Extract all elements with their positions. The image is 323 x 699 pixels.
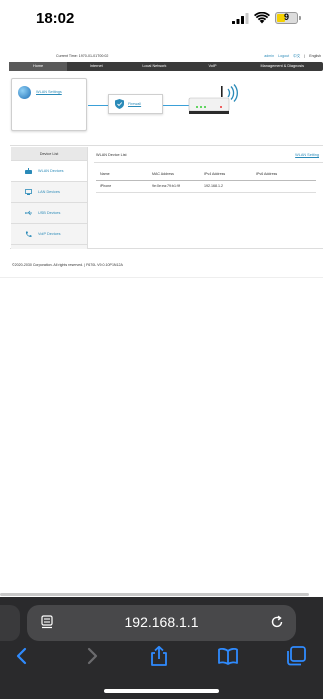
table-header-row: Name MAC Address IPv4 Address IPv6 Addre…: [96, 168, 316, 181]
phone-icon: [25, 231, 32, 237]
sidebar-item-wlan-devices[interactable]: WLAN Devices: [11, 161, 87, 182]
tabs-icon[interactable]: [285, 645, 307, 667]
topology-line: [163, 105, 189, 106]
status-bar: 18:02 9: [0, 0, 323, 38]
lan-device-icon: [25, 189, 32, 195]
wlan-device-list-header: WLAN Device List: [96, 153, 127, 157]
device-ipv6: [252, 180, 316, 193]
previous-tab-preview[interactable]: [0, 605, 20, 641]
tab-home[interactable]: Home: [9, 62, 68, 71]
current-time: Current Time: 1970-01-01T00:02: [56, 54, 109, 58]
tab-management-diagnosis[interactable]: Management & Diagnosis: [242, 62, 323, 71]
sidebar-item-usb-devices[interactable]: USB Devices: [11, 203, 87, 224]
column-header-ipv4: IPv4 Address: [200, 168, 252, 181]
topology-line: [88, 105, 108, 106]
horizontal-scroll-indicator: [0, 593, 309, 596]
battery-percent: 9: [283, 12, 289, 22]
device-panel: Device List WLAN Devices LAN Devices USB…: [10, 145, 323, 249]
wlan-settings-link[interactable]: WLAN Settings: [36, 90, 62, 94]
reload-icon[interactable]: [270, 615, 284, 629]
sidebar-item-label: USB Devices: [38, 211, 61, 215]
firewall-card[interactable]: Firewall: [108, 94, 163, 114]
home-indicator[interactable]: [104, 689, 219, 693]
router-icon: [188, 84, 238, 114]
back-icon[interactable]: [11, 645, 33, 667]
tab-internet[interactable]: Internet: [67, 62, 125, 71]
battery-icon: 9: [275, 12, 298, 24]
device-sidebar: Device List WLAN Devices LAN Devices USB…: [11, 147, 88, 249]
wlan-device-icon: [25, 168, 32, 174]
battery-cap: [299, 16, 301, 20]
divider: [0, 277, 323, 278]
sidebar-item-voip-devices[interactable]: VoIP Devices: [11, 224, 87, 245]
device-list-title: Device List: [11, 147, 87, 161]
usb-icon: [25, 210, 32, 216]
column-header-ipv6: IPv6 Address: [252, 168, 316, 181]
safari-toolbar: 192.168.1.1: [0, 597, 323, 699]
top-links: admin Logout 中文 | English: [261, 54, 321, 59]
sidebar-item-lan-devices[interactable]: LAN Devices: [11, 182, 87, 203]
globe-icon: [18, 86, 31, 99]
tab-voip[interactable]: VoIP: [183, 62, 241, 71]
column-header-mac: MAC Address: [148, 168, 200, 181]
share-icon[interactable]: [148, 645, 170, 667]
wifi-icon: [254, 12, 270, 24]
cellular-signal-icon: [232, 13, 249, 24]
device-name: iPhone: [96, 180, 148, 193]
page-footer: ©2020-2030 Corporation. All rights reser…: [12, 263, 123, 267]
tab-local-network[interactable]: Local Network: [125, 62, 183, 71]
wlan-settings-card[interactable]: WLAN Settings: [11, 78, 87, 131]
wlan-device-list: WLAN Device List WLAN Setting Name MAC A…: [94, 147, 323, 249]
divider: [94, 162, 323, 163]
device-table: Name MAC Address IPv4 Address IPv6 Addre…: [96, 168, 316, 193]
device-ipv4: 192.168.1.2: [200, 180, 252, 193]
address-bar[interactable]: 192.168.1.1: [27, 605, 296, 641]
device-mac: 9e:0e:ea:79:b1:9f: [148, 180, 200, 193]
router-admin-page: Current Time: 1970-01-01T00:02 admin Log…: [0, 38, 323, 278]
forward-icon[interactable]: [81, 645, 103, 667]
logout-link[interactable]: Logout: [278, 54, 289, 58]
admin-link[interactable]: admin: [264, 54, 274, 58]
lang-separator: |: [304, 54, 306, 58]
lang-english-link[interactable]: English: [309, 54, 321, 58]
sidebar-item-label: LAN Devices: [38, 190, 60, 194]
browser-nav-bar: [0, 645, 323, 669]
shield-icon: [115, 99, 124, 109]
url-text[interactable]: 192.168.1.1: [27, 614, 296, 630]
main-nav: Home Internet Local Network VoIP Managem…: [9, 62, 323, 71]
sidebar-item-label: WLAN Devices: [38, 169, 64, 173]
wlan-setting-link[interactable]: WLAN Setting: [295, 153, 319, 157]
column-header-name: Name: [96, 168, 148, 181]
bookmarks-icon[interactable]: [217, 645, 239, 667]
firewall-link[interactable]: Firewall: [128, 102, 141, 106]
table-row: iPhone 9e:0e:ea:79:b1:9f 192.168.1.2: [96, 180, 316, 193]
status-time: 18:02: [36, 10, 75, 27]
lang-chinese-link[interactable]: 中文: [293, 54, 300, 58]
sidebar-item-label: VoIP Devices: [38, 232, 61, 236]
